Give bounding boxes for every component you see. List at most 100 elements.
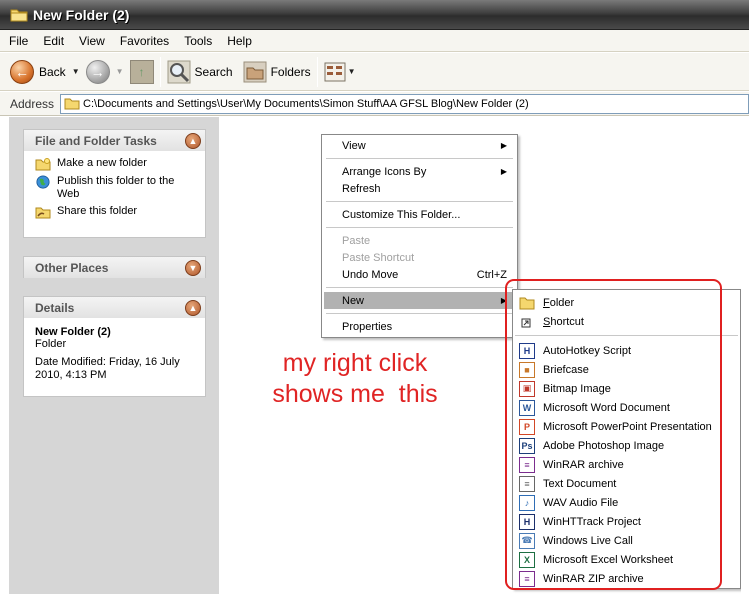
new-item-winrar-zip[interactable]: ≡ WinRAR ZIP archive [513, 569, 740, 588]
folders-icon [243, 61, 267, 82]
views-icon [324, 62, 346, 81]
new-item-powerpoint[interactable]: P Microsoft PowerPoint Presentation [513, 417, 740, 436]
panel-title: Details [35, 300, 75, 315]
menu-item-view[interactable]: View ▶ [324, 137, 515, 154]
menu-label: Paste [342, 234, 371, 247]
menu-tools[interactable]: Tools [184, 32, 212, 50]
photoshop-icon: Ps [519, 437, 535, 454]
folder-icon [519, 297, 535, 309]
menu-help[interactable]: Help [227, 32, 252, 50]
menu-label: View [342, 139, 366, 152]
wav-audio-icon: ♪ [519, 494, 535, 511]
menu-label: Properties [342, 320, 393, 333]
new-folder-item[interactable]: Folder [513, 293, 740, 312]
back-dropdown-icon[interactable]: ▼ [72, 67, 80, 76]
label-rest: older [549, 296, 575, 309]
address-field[interactable]: C:\Documents and Settings\User\My Docume… [60, 93, 749, 114]
annotation-line-2: shows me this [272, 380, 438, 408]
new-item-httrack[interactable]: H WinHTTrack Project [513, 512, 740, 531]
new-item-text-doc[interactable]: ≡ Text Document [513, 474, 740, 493]
menu-bar: File Edit View Favorites Tools Help [0, 30, 749, 52]
folders-label: Folders [270, 64, 311, 79]
menu-separator [326, 201, 513, 202]
new-item-label: Adobe Photoshop Image [543, 439, 665, 452]
new-file-type-list: H AutoHotkey Script ■ Briefcase ▣ Bitmap Imag… [513, 341, 740, 588]
details-body: New Folder (2) Folder Date Modified: Fri… [23, 318, 206, 397]
new-submenu: Folder Shortcut H AutoHotkey Script ■ Brief… [512, 289, 741, 589]
menu-separator [326, 158, 513, 159]
panel-title: Other Places [35, 260, 109, 275]
new-item-word-doc[interactable]: W Microsoft Word Document [513, 398, 740, 417]
folders-button[interactable]: Folders [243, 57, 311, 87]
new-item-label: WinRAR archive [543, 458, 624, 471]
expand-down-icon[interactable]: ▼ [185, 259, 201, 276]
search-button[interactable]: Search [167, 57, 233, 87]
task-share-folder[interactable]: Share this folder [35, 205, 199, 219]
context-menu: View ▶ Arrange Icons By ▶ Refresh Custom… [321, 134, 518, 338]
task-label: Publish this folder to the Web [57, 175, 175, 200]
task-publish-web[interactable]: Publish this folder to the Web [35, 175, 199, 201]
new-item-live-call[interactable]: ☎ Windows Live Call [513, 531, 740, 550]
details-header[interactable]: Details ▲ [23, 296, 206, 318]
forward-button[interactable]: → [85, 57, 110, 87]
task-pane: File and Folder Tasks ▲ Make a new folde… [9, 117, 219, 594]
menu-item-undo-move[interactable]: Undo Move Ctrl+Z [324, 266, 515, 283]
briefcase-icon: ■ [519, 361, 535, 378]
file-folder-tasks-body: Make a new folder Publish this folder to… [23, 151, 206, 238]
menu-item-properties[interactable]: Properties [324, 318, 515, 335]
new-item-label: Microsoft PowerPoint Presentation [543, 420, 712, 433]
file-folder-tasks-header[interactable]: File and Folder Tasks ▲ [23, 129, 206, 151]
toolbar: ← Back ▼ → ▼ ↑ Search Folders ▼ [0, 53, 749, 91]
new-item-label: Microsoft Excel Worksheet [543, 553, 674, 566]
window-title: New Folder (2) [33, 6, 130, 23]
menu-item-paste[interactable]: Paste [324, 232, 515, 249]
menu-item-refresh[interactable]: Refresh [324, 180, 515, 197]
collapse-up-icon[interactable]: ▲ [185, 132, 201, 149]
menu-view[interactable]: View [79, 32, 105, 50]
address-value: C:\Documents and Settings\User\My Docume… [83, 97, 529, 110]
winrar-icon: ≡ [519, 456, 535, 473]
new-item-winrar[interactable]: ≡ WinRAR archive [513, 455, 740, 474]
menu-item-new[interactable]: New ▶ [324, 292, 515, 309]
new-item-wav-audio[interactable]: ♪ WAV Audio File [513, 493, 740, 512]
menu-label: Undo Move [342, 268, 399, 281]
new-shortcut-item[interactable]: Shortcut [513, 312, 740, 331]
menu-favorites[interactable]: Favorites [120, 32, 169, 50]
new-shortcut-label: Shortcut [543, 316, 584, 328]
forward-dropdown-icon[interactable]: ▼ [116, 67, 124, 76]
menu-item-arrange-icons[interactable]: Arrange Icons By ▶ [324, 163, 515, 180]
menu-item-paste-shortcut[interactable]: Paste Shortcut [324, 249, 515, 266]
new-item-photoshop[interactable]: Ps Adobe Photoshop Image [513, 436, 740, 455]
views-button[interactable] [324, 57, 346, 87]
new-item-label: Windows Live Call [543, 534, 633, 547]
submenu-arrow-icon: ▶ [500, 167, 507, 176]
label-rest: hortcut [550, 315, 584, 328]
new-item-label: Briefcase [543, 363, 589, 376]
new-item-autohotkey[interactable]: H AutoHotkey Script [513, 341, 740, 360]
new-item-excel[interactable]: X Microsoft Excel Worksheet [513, 550, 740, 569]
back-arrow-icon: ← [10, 59, 34, 84]
word-doc-icon: W [519, 399, 535, 416]
other-places-header[interactable]: Other Places ▼ [23, 256, 206, 278]
panel-title: File and Folder Tasks [35, 133, 157, 148]
menu-label: Paste Shortcut [342, 251, 415, 264]
powerpoint-icon: P [519, 418, 535, 435]
toolbar-separator-2 [316, 56, 318, 87]
menu-file[interactable]: File [9, 32, 28, 50]
new-item-bitmap[interactable]: ▣ Bitmap Image [513, 379, 740, 398]
mnemonic-f: F [543, 296, 550, 309]
details-modified: Date Modified: Friday, 16 July 2010, 4:1… [35, 356, 180, 381]
shortcut-icon [521, 318, 531, 327]
excel-icon: X [519, 551, 535, 568]
task-make-new-folder[interactable]: Make a new folder [35, 157, 199, 171]
new-item-label: WinRAR ZIP archive [543, 572, 644, 585]
new-item-briefcase[interactable]: ■ Briefcase [513, 360, 740, 379]
menu-edit[interactable]: Edit [43, 32, 64, 50]
details-type: Folder [35, 338, 67, 350]
menu-item-customize-folder[interactable]: Customize This Folder... [324, 206, 515, 223]
collapse-up-icon[interactable]: ▲ [185, 299, 201, 316]
up-button[interactable]: ↑ [129, 57, 154, 87]
back-button[interactable]: ← Back [10, 57, 66, 87]
views-dropdown-icon[interactable]: ▼ [348, 67, 356, 76]
new-item-label: WinHTTrack Project [543, 515, 641, 528]
